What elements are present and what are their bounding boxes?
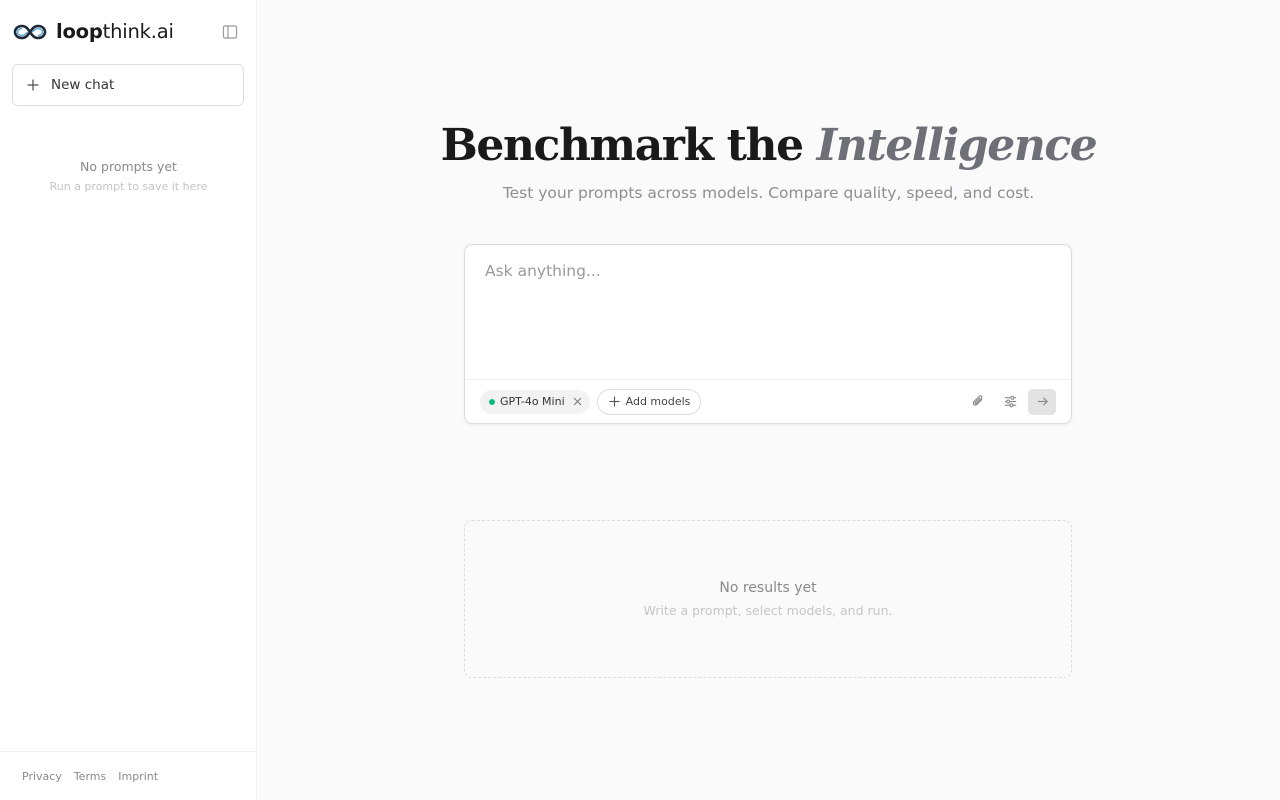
app-root: loopthink.ai New chat No prompts yet Run… — [0, 0, 1280, 800]
sidebar-footer: Privacy Terms Imprint — [0, 751, 256, 800]
brand-name-light: think.ai — [102, 20, 174, 43]
prompt-history-empty: No prompts yet Run a prompt to save it h… — [0, 159, 257, 194]
brand-name-bold: loop — [56, 20, 103, 43]
infinity-logo-icon — [13, 24, 47, 40]
arrow-right-icon — [1037, 397, 1048, 406]
plus-icon — [27, 79, 39, 91]
brand-name: loopthink.ai — [56, 19, 174, 45]
composer-actions — [962, 388, 1071, 415]
footer-link-imprint[interactable]: Imprint — [118, 770, 158, 783]
model-chip[interactable]: GPT-4o Mini — [480, 389, 590, 414]
sidebar-toggle-icon — [222, 25, 238, 39]
prompt-history-empty-subtitle: Run a prompt to save it here — [49, 180, 208, 193]
results-empty-title: No results yet — [719, 580, 817, 596]
add-models-label: Add models — [625, 395, 691, 408]
new-chat-button[interactable]: New chat — [12, 64, 244, 106]
new-chat-label: New chat — [51, 77, 115, 93]
brand[interactable]: loopthink.ai — [13, 19, 174, 45]
composer-toolbar: GPT-4o Mini Add models — [465, 379, 1071, 423]
send-button[interactable] — [1028, 388, 1056, 415]
footer-link-terms[interactable]: Terms — [74, 770, 106, 783]
model-chip-label: GPT-4o Mini — [500, 395, 565, 408]
prompt-composer: GPT-4o Mini Add models — [464, 244, 1072, 424]
hero-title-accent: Intelligence — [816, 120, 1098, 171]
results-empty-subtitle: Write a prompt, select models, and run. — [643, 603, 893, 618]
model-status-dot — [489, 398, 495, 405]
prompt-history-empty-title: No prompts yet — [80, 159, 177, 174]
add-models-button[interactable]: Add models — [596, 388, 702, 415]
settings-button[interactable] — [994, 389, 1026, 415]
sliders-icon — [1004, 395, 1016, 408]
attach-button[interactable] — [962, 389, 994, 415]
prompt-input[interactable] — [465, 245, 1071, 379]
remove-model-button[interactable] — [573, 397, 582, 406]
hero-title-plain: Benchmark the — [440, 120, 817, 171]
hero-subtitle: Test your prompts across models. Compare… — [502, 184, 1035, 202]
close-icon — [573, 397, 581, 406]
sidebar-toggle-button[interactable] — [221, 23, 239, 41]
hero-title: Benchmark the Intelligence — [257, 118, 1280, 174]
footer-link-privacy[interactable]: Privacy — [22, 770, 62, 783]
paperclip-icon — [972, 395, 982, 406]
sidebar: loopthink.ai New chat No prompts yet Run… — [0, 0, 257, 800]
main-area: Benchmark the Intelligence Test your pro… — [257, 0, 1280, 800]
plus-icon — [609, 396, 620, 407]
results-panel: No results yet Write a prompt, select mo… — [464, 520, 1072, 678]
